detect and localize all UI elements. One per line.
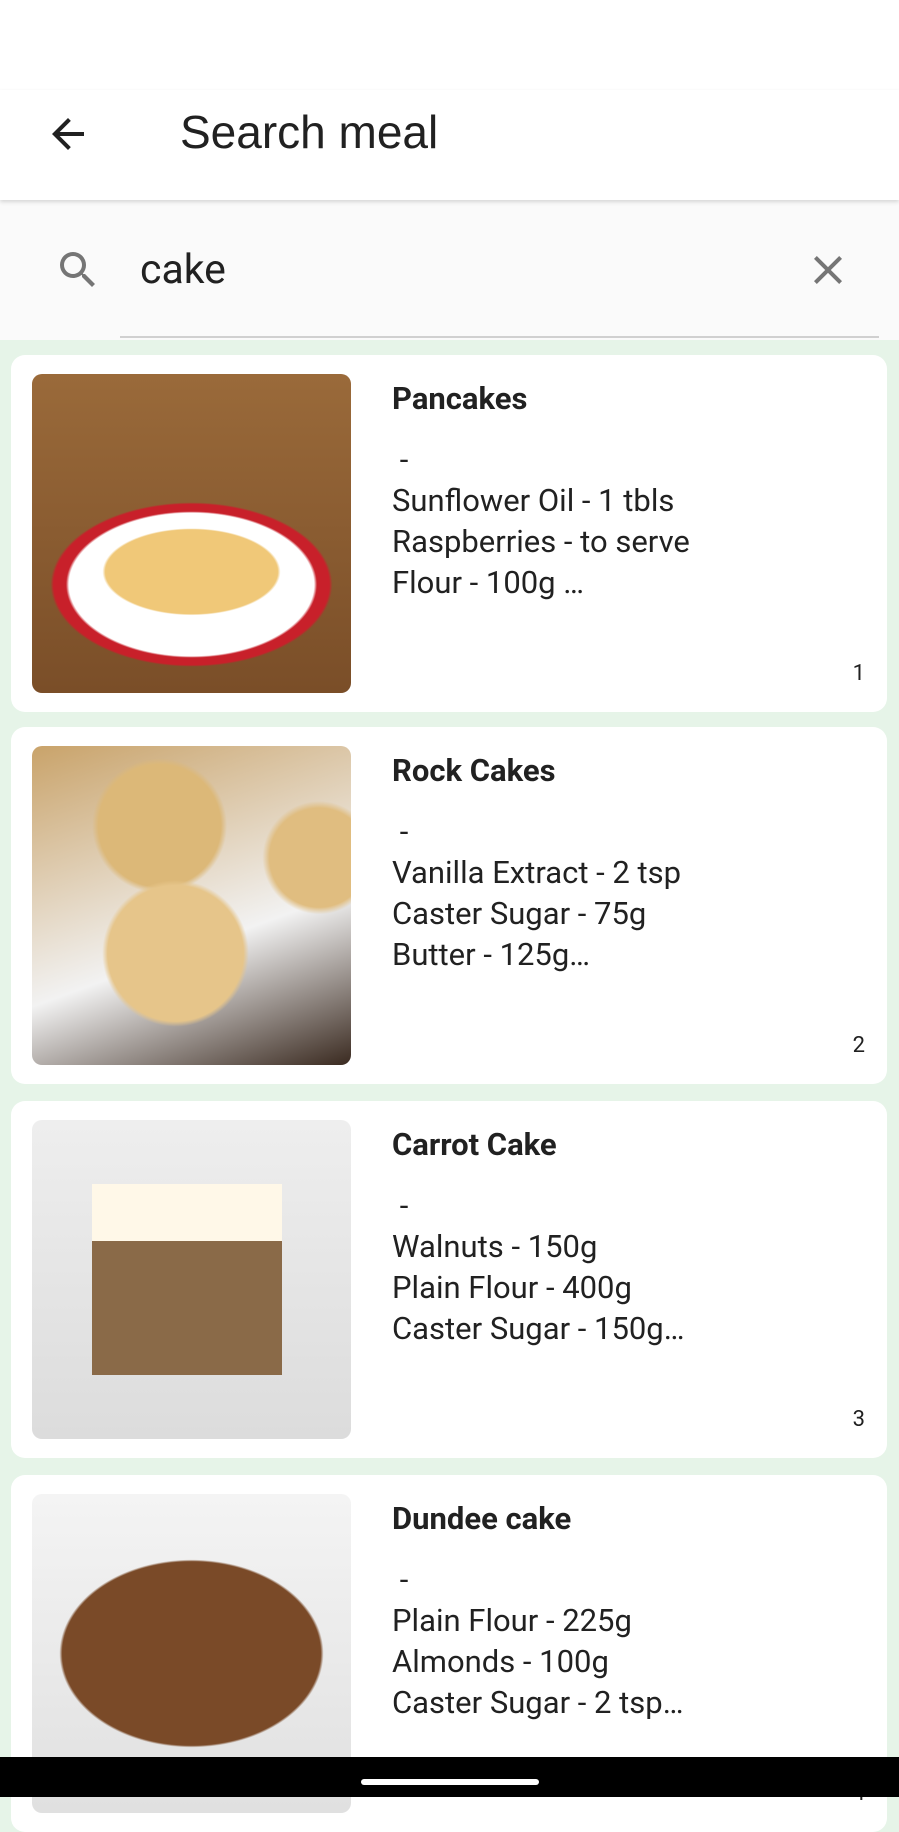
- meal-title: Dundee cake: [392, 1500, 572, 1537]
- meal-title: Carrot Cake: [392, 1126, 557, 1163]
- app-bar: Search meal: [0, 90, 899, 200]
- meal-ingredients: - Vanilla Extract - 2 tsp Caster Sugar -…: [392, 813, 682, 973]
- page-title: Search meal: [180, 106, 439, 158]
- meal-card[interactable]: Rock Cakes - Vanilla Extract - 2 tsp Cas…: [11, 727, 887, 1084]
- search-icon: [60, 252, 95, 287]
- search-bar: cake: [0, 200, 899, 340]
- meal-image: [32, 746, 351, 1065]
- home-gesture-handle[interactable]: [361, 1779, 539, 1785]
- arrow-back-icon[interactable]: [44, 110, 92, 158]
- meal-index: 2: [852, 1033, 865, 1058]
- search-input[interactable]: cake: [140, 242, 226, 298]
- meal-index: 1: [852, 661, 865, 686]
- meal-index: 3: [852, 1407, 865, 1432]
- meal-title: Rock Cakes: [392, 752, 556, 789]
- navigation-bar: [0, 1757, 899, 1797]
- status-bar: [0, 0, 899, 90]
- meal-card[interactable]: Pancakes - Sunflower Oil - 1 tbls Raspbe…: [11, 355, 887, 712]
- meal-ingredients: - Plain Flour - 225g Almonds - 100g Cast…: [392, 1561, 684, 1721]
- meal-title: Pancakes: [392, 380, 528, 417]
- search-underline: [120, 336, 879, 338]
- meal-image: [32, 1120, 351, 1439]
- meal-ingredients: - Walnuts - 150g Plain Flour - 400g Cast…: [392, 1187, 685, 1347]
- meal-card[interactable]: Carrot Cake - Walnuts - 150g Plain Flour…: [11, 1101, 887, 1458]
- meal-image: [32, 374, 351, 693]
- close-icon[interactable]: [804, 246, 852, 294]
- meal-ingredients: - Sunflower Oil - 1 tbls Raspberries - t…: [392, 441, 690, 601]
